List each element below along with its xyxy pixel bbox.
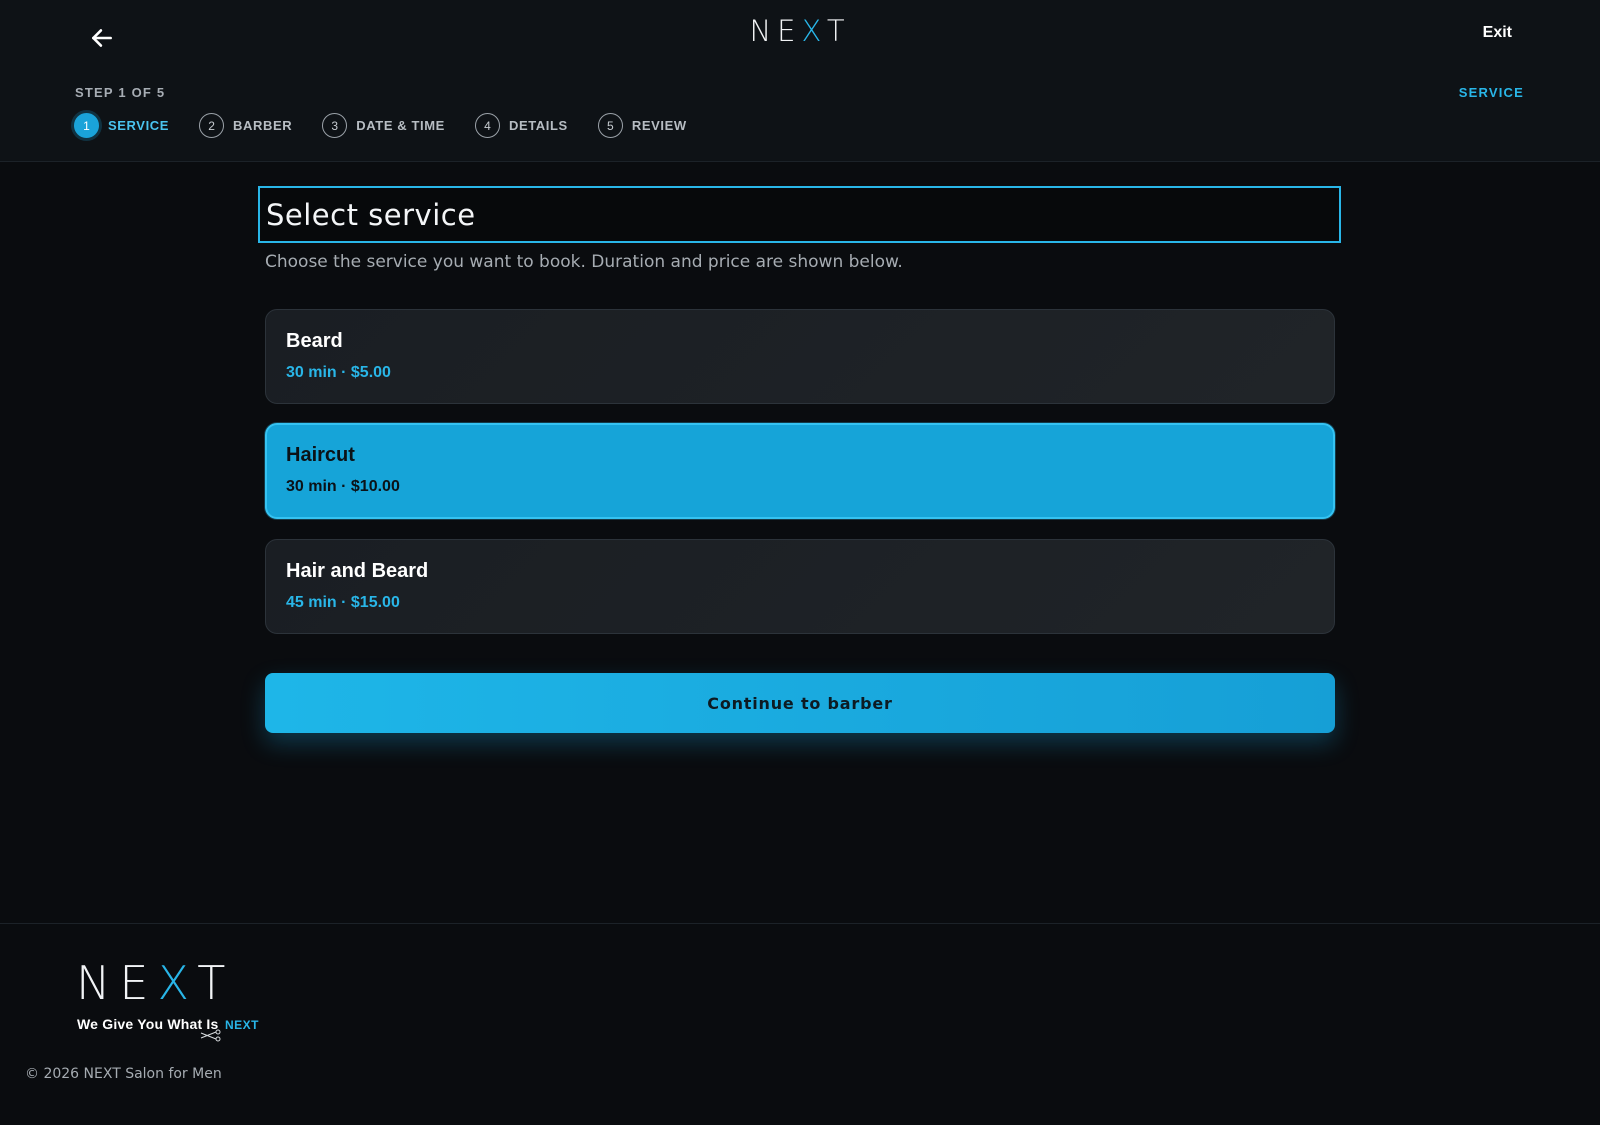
header: NEXT Exit STEP 1 OF 5 SERVICE 1 SERVICE … xyxy=(0,0,1600,162)
step-number: 2 xyxy=(199,113,225,138)
service-name: Hair and Beard xyxy=(286,560,429,582)
service-option-hair-and-beard[interactable]: Hair and Beard 45 min · $15.00 xyxy=(265,539,1335,634)
step-number: 5 xyxy=(597,113,623,138)
copyright-text: © 2026 NEXT Salon for Men xyxy=(25,1066,222,1082)
exit-button[interactable]: Exit xyxy=(1483,24,1512,42)
step-service[interactable]: 1 SERVICE xyxy=(74,113,169,138)
step-barber[interactable]: 2 BARBER xyxy=(199,113,292,138)
service-option-haircut[interactable]: Haircut 30 min · $10.00 xyxy=(265,423,1335,519)
step-label: DATE & TIME xyxy=(356,118,445,133)
page-title: Select service xyxy=(266,198,476,232)
step-number: 3 xyxy=(322,113,348,138)
service-name: Beard xyxy=(286,330,343,352)
footer-tagline: We Give You What Is xyxy=(77,1016,219,1032)
service-duration-price: 30 min · $5.00 xyxy=(286,364,391,381)
logo-text-accent: X xyxy=(157,956,198,1010)
footer-logo[interactable]: NEXT xyxy=(76,960,234,1006)
step-details[interactable]: 4 DETAILS xyxy=(474,113,568,138)
step-review[interactable]: 5 REVIEW xyxy=(597,113,687,138)
footer: NEXT We Give You What Is NEXT © 2026 NEX… xyxy=(0,923,1600,1125)
stepper: 1 SERVICE 2 BARBER 3 DATE & TIME 4 DETAI… xyxy=(74,113,717,138)
service-duration-price: 30 min · $10.00 xyxy=(286,478,400,495)
step-label: DETAILS xyxy=(508,118,568,133)
logo-text-post: T xyxy=(826,14,851,48)
service-option-beard[interactable]: Beard 30 min · $5.00 xyxy=(265,309,1335,404)
footer-tagline-brand: NEXT xyxy=(225,1018,260,1032)
step-counter: STEP 1 OF 5 xyxy=(75,85,166,100)
service-duration-price: 45 min · $15.00 xyxy=(286,594,400,611)
current-step-label: SERVICE xyxy=(1458,85,1524,100)
continue-button[interactable]: Continue to barber xyxy=(265,673,1335,733)
step-number: 1 xyxy=(74,113,99,138)
logo-text-pre: NE xyxy=(76,956,158,1010)
page-title-box: Select service xyxy=(258,186,1341,243)
step-label: BARBER xyxy=(233,118,293,133)
logo-text-post: T xyxy=(197,956,235,1010)
brand-logo[interactable]: NEXT xyxy=(0,14,1600,48)
step-number: 4 xyxy=(474,113,500,138)
logo-text-accent: X xyxy=(801,14,827,48)
page-subtitle: Choose the service you want to book. Dur… xyxy=(265,252,903,272)
step-label: REVIEW xyxy=(631,118,687,133)
service-name: Haircut xyxy=(286,444,355,466)
step-date-time[interactable]: 3 DATE & TIME xyxy=(322,113,445,138)
logo-text-pre: NE xyxy=(749,14,802,48)
scissors-icon xyxy=(200,1029,221,1042)
booking-page: NEXT Exit STEP 1 OF 5 SERVICE 1 SERVICE … xyxy=(0,0,1600,1125)
step-label: SERVICE xyxy=(108,118,170,133)
